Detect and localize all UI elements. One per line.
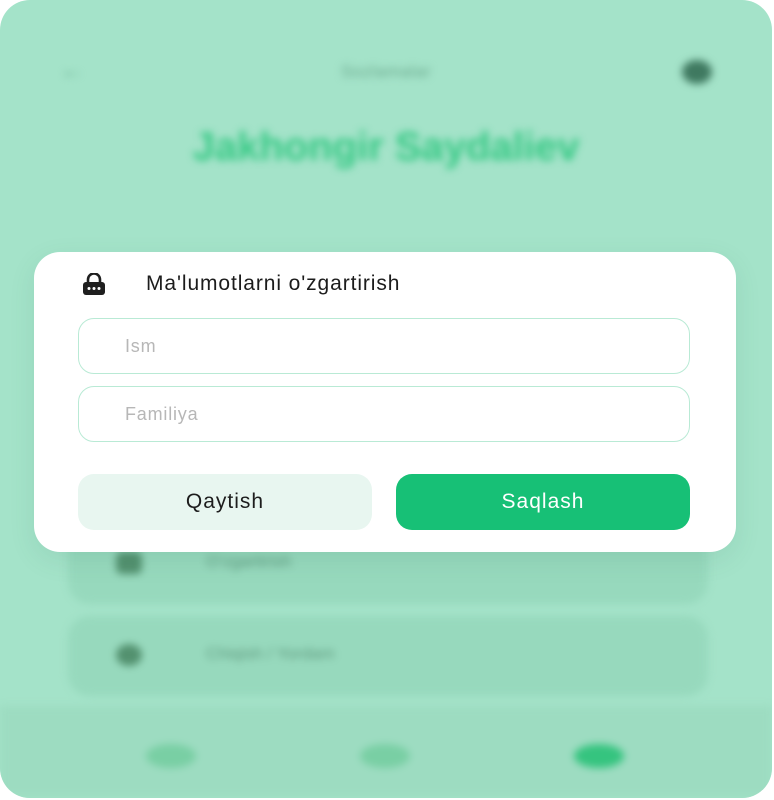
topbar-title: Sozlamalar: [340, 62, 432, 81]
nav-home-icon[interactable]: [146, 744, 196, 768]
menu-item-label: O'zgartirish: [206, 552, 292, 571]
edit-info-modal: Ma'lumotlarni o'zgartirish Qaytish Saqla…: [34, 252, 736, 552]
modal-header: Ma'lumotlarni o'zgartirish: [82, 272, 400, 296]
logout-icon: [116, 644, 142, 666]
last-name-input[interactable]: [78, 386, 690, 442]
nav-list-icon[interactable]: [360, 744, 410, 768]
profile-dot-icon[interactable]: [682, 60, 712, 84]
modal-title: Ma'lumotlarni o'zgartirish: [146, 272, 401, 295]
save-button[interactable]: Saqlash: [396, 474, 690, 530]
lock-icon: [83, 273, 105, 295]
menu-item-logout[interactable]: Chiqish / Yordam: [68, 616, 708, 696]
edit-icon: [116, 552, 142, 574]
back-button[interactable]: Qaytish: [78, 474, 372, 530]
user-name: Jakhongir Saydaliev: [192, 125, 580, 169]
top-bar: ← Sozlamalar: [0, 48, 772, 98]
first-name-input[interactable]: [78, 318, 690, 374]
nav-profile-icon[interactable]: [574, 744, 624, 768]
bottom-navigation: [0, 706, 772, 798]
menu-item-label: Chiqish / Yordam: [206, 644, 335, 663]
